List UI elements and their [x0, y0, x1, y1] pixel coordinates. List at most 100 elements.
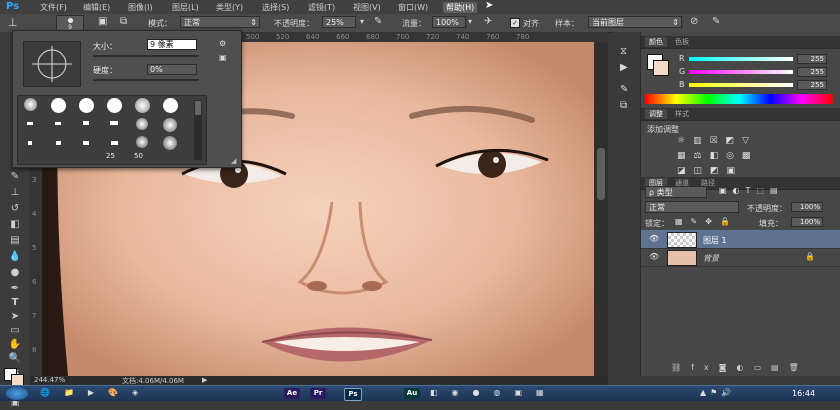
brush-preset-item[interactable]: [160, 118, 180, 134]
fill-field[interactable]: 100%: [791, 217, 823, 227]
align-checkbox[interactable]: ✓: [510, 18, 520, 28]
layer-row[interactable]: 👁 图层 1: [641, 230, 840, 249]
blur-tool-icon[interactable]: 💧: [6, 250, 24, 264]
brush-preset-item[interactable]: [48, 118, 68, 134]
brush-preset-item[interactable]: [48, 98, 68, 114]
scrollbar-thumb[interactable]: [597, 148, 605, 200]
layer-filter-icons[interactable]: ▣◐T⬚▤: [719, 186, 784, 195]
adjustment-icons-row-2[interactable]: ▦⚖◧◎▩: [677, 151, 827, 161]
canvas-vertical-scrollbar[interactable]: [594, 42, 608, 376]
brush-panel-toggle-icon[interactable]: ▣: [98, 16, 107, 27]
photoshop-icon[interactable]: Ps: [344, 388, 362, 401]
background-color-swatch[interactable]: [653, 60, 669, 76]
menu-filter[interactable]: 滤镜(T): [308, 2, 335, 13]
menu-help[interactable]: 帮助(H): [443, 2, 478, 13]
ignore-adjustment-layers-icon[interactable]: ⊘: [690, 16, 698, 27]
pinned-apps[interactable]: 🌐📁▶🎨◈: [40, 388, 152, 397]
layer-name[interactable]: 背景: [703, 253, 719, 264]
system-tray-icons[interactable]: ▲⚑🔊: [700, 388, 735, 397]
brush-preset-item[interactable]: [48, 138, 68, 154]
dodge-tool-icon[interactable]: ●: [6, 266, 24, 280]
brush-size-field[interactable]: 9 像素: [147, 39, 197, 50]
path-selection-tool-icon[interactable]: ➤: [6, 310, 24, 324]
hardness-slider[interactable]: [93, 79, 199, 81]
brush-preset-item[interactable]: [160, 98, 180, 114]
menu-window[interactable]: 窗口(W): [398, 2, 428, 13]
green-slider[interactable]: [689, 70, 793, 74]
opacity-field[interactable]: 25%: [322, 16, 356, 28]
visibility-eye-icon[interactable]: 👁: [649, 234, 659, 243]
menu-edit[interactable]: 编辑(E): [83, 2, 110, 13]
status-menu-arrow-icon[interactable]: ▶: [202, 376, 207, 384]
tab-adjustments[interactable]: 调整: [645, 109, 667, 119]
presets-scrollbar-thumb[interactable]: [195, 101, 201, 115]
mode-select[interactable]: 正常 ⇕: [180, 16, 260, 28]
layer-row[interactable]: 👁 背景 🔒: [641, 248, 840, 267]
menu-type[interactable]: 类型(Y): [216, 2, 243, 13]
history-icon[interactable]: ⧖: [620, 46, 627, 57]
layer-name[interactable]: 图层 1: [703, 235, 727, 246]
rectangle-tool-icon[interactable]: ▭: [6, 324, 24, 338]
tab-color[interactable]: 颜色: [645, 37, 667, 47]
clone-source-panel-icon[interactable]: ⧉: [120, 16, 127, 27]
brush-angle-preview[interactable]: [23, 41, 81, 87]
brush-preset-item[interactable]: [20, 138, 40, 154]
adjustment-icons-row-3[interactable]: ◪◫◩▣: [677, 166, 827, 176]
new-brush-preset-icon[interactable]: ▣: [219, 53, 227, 62]
pressure-size-icon[interactable]: ✎: [712, 16, 720, 27]
green-value[interactable]: 255: [797, 67, 827, 77]
menu-file[interactable]: 文件(F): [40, 2, 67, 13]
pressure-opacity-icon[interactable]: ✎: [374, 16, 382, 27]
brush-preset-item[interactable]: [76, 118, 96, 134]
brush-tool-icon[interactable]: ✎: [6, 170, 24, 184]
opacity-dropdown-icon[interactable]: ▾: [360, 17, 364, 26]
brush-preset-item[interactable]: [20, 118, 40, 134]
audition-icon[interactable]: Au: [404, 388, 420, 399]
eraser-tool-icon[interactable]: ◧: [6, 218, 24, 232]
clone-stamp-tool-icon[interactable]: ⊥: [8, 16, 18, 29]
menu-layer[interactable]: 图层(L): [172, 2, 199, 13]
brush-preset-item[interactable]: [160, 136, 180, 152]
history-brush-tool-icon[interactable]: ↺: [6, 202, 24, 216]
red-slider[interactable]: [689, 57, 793, 61]
menu-select[interactable]: 选择(S): [262, 2, 289, 13]
zoom-level[interactable]: 244.47%: [34, 376, 65, 384]
brush-preset-item[interactable]: [132, 98, 152, 114]
adjustment-icons-row-1[interactable]: ☼▥☒◩▽: [677, 136, 827, 146]
pen-tool-icon[interactable]: ✒: [6, 282, 24, 296]
blend-mode-select[interactable]: 正常: [645, 201, 739, 213]
brush-preset-item[interactable]: [132, 136, 152, 152]
brush-panel-icon[interactable]: ✎: [620, 84, 628, 95]
brush-settings-gear-icon[interactable]: ⚙: [219, 39, 226, 48]
after-effects-icon[interactable]: Ae: [284, 388, 300, 399]
brush-preset-item[interactable]: [20, 98, 40, 114]
more-taskbar-apps[interactable]: ◧◉●◍▣▦: [430, 388, 558, 397]
brush-preset-item[interactable]: [132, 118, 152, 134]
red-value[interactable]: 255: [797, 54, 827, 64]
brush-preset-item[interactable]: [76, 98, 96, 114]
clone-stamp-tool-icon[interactable]: ⊥: [6, 186, 24, 200]
resize-grip-icon[interactable]: ◢: [231, 157, 236, 165]
layer-opacity-field[interactable]: 100%: [791, 202, 823, 212]
menu-view[interactable]: 视图(V): [353, 2, 381, 13]
color-spectrum-bar[interactable]: [645, 94, 833, 104]
airbrush-icon[interactable]: ✈: [484, 16, 492, 27]
layer-filter-select[interactable]: ρ 类型: [645, 186, 707, 198]
visibility-eye-icon[interactable]: 👁: [649, 252, 659, 261]
type-tool-icon[interactable]: T: [6, 296, 24, 310]
layers-footer-icons[interactable]: ⛓fx◙◐▭▤🗑: [671, 363, 839, 372]
hand-tool-icon[interactable]: ✋: [6, 338, 24, 352]
blue-slider[interactable]: [689, 83, 793, 87]
zoom-tool-icon[interactable]: 🔍: [6, 352, 24, 366]
actions-icon[interactable]: ▶: [620, 62, 628, 73]
brush-preset-item[interactable]: [76, 138, 96, 154]
flow-dropdown-icon[interactable]: ▾: [468, 17, 472, 26]
gradient-tool-icon[interactable]: ▤: [6, 234, 24, 248]
tab-styles[interactable]: 样式: [671, 109, 693, 119]
menu-image[interactable]: 图像(I): [128, 2, 153, 13]
blue-value[interactable]: 255: [797, 80, 827, 90]
clone-source-icon[interactable]: ⧉: [620, 100, 627, 111]
brush-hardness-field[interactable]: 0%: [147, 64, 197, 75]
tab-swatches[interactable]: 色板: [671, 37, 693, 47]
brush-preset-item[interactable]: [104, 98, 124, 114]
